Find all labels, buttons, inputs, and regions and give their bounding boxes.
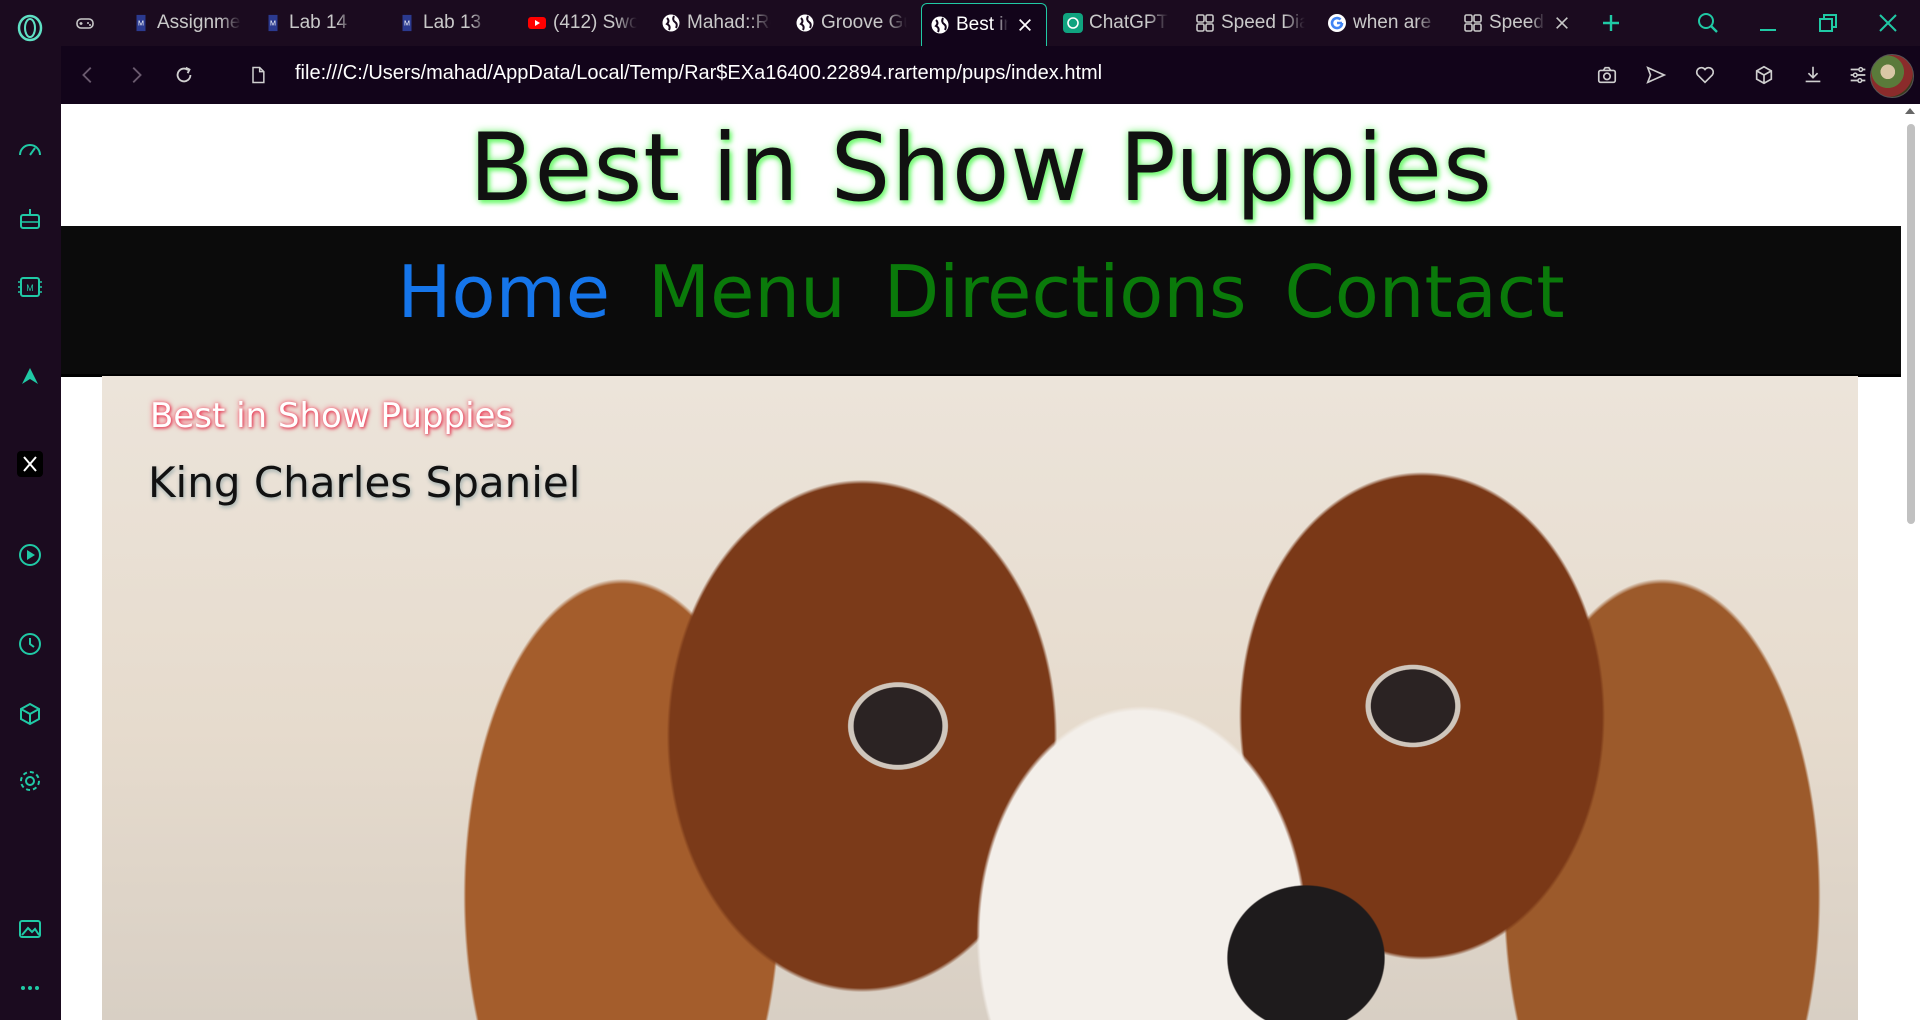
scroll-up-arrow-icon[interactable] bbox=[1905, 108, 1915, 114]
tab-title: Groove Gu bbox=[821, 12, 907, 33]
close-icon[interactable] bbox=[1553, 14, 1571, 32]
globe-icon bbox=[930, 15, 950, 35]
file-page-icon bbox=[241, 58, 275, 92]
tab-title: Lab 14 Ins bbox=[289, 12, 353, 33]
globe-icon bbox=[795, 13, 815, 33]
back-arrow-icon[interactable] bbox=[71, 58, 105, 92]
forward-arrow-icon[interactable] bbox=[119, 58, 153, 92]
tab-title: Speed Dia bbox=[1221, 12, 1305, 33]
nav-link-menu[interactable]: Menu bbox=[648, 250, 846, 334]
chatgpt-icon bbox=[1063, 13, 1083, 33]
close-icon[interactable] bbox=[1016, 16, 1034, 34]
google-icon bbox=[1327, 13, 1347, 33]
ai-bot-icon[interactable] bbox=[12, 201, 48, 237]
history-clock-icon[interactable] bbox=[12, 626, 48, 662]
tab-groove[interactable]: Groove Gu bbox=[795, 4, 907, 42]
extensions-cube-icon[interactable] bbox=[12, 696, 48, 732]
nav-link-directions[interactable]: Directions bbox=[884, 250, 1247, 334]
gamepad-icon bbox=[75, 13, 95, 33]
hero-subheading: King Charles Spaniel bbox=[148, 458, 581, 507]
tab-speed[interactable]: Speed bbox=[1463, 4, 1583, 42]
minimize-icon[interactable] bbox=[1751, 6, 1785, 40]
university-icon: M bbox=[131, 13, 151, 33]
university-icon: M bbox=[397, 13, 417, 33]
tab-title: Best in bbox=[956, 14, 1008, 35]
send-arrow-icon[interactable] bbox=[1639, 58, 1673, 92]
hero-heading: Best in Show Puppies bbox=[150, 396, 514, 436]
gmail-chip-icon[interactable]: M bbox=[12, 269, 48, 305]
youtube-icon bbox=[527, 13, 547, 33]
svg-text:M: M bbox=[404, 19, 410, 28]
x-twitter-icon[interactable] bbox=[12, 446, 48, 482]
tab-google-search[interactable]: when are t bbox=[1327, 4, 1437, 42]
page-title: Best in Show Puppies bbox=[469, 113, 1493, 223]
tab-speed-dial[interactable]: Speed Dia bbox=[1195, 4, 1305, 42]
tab-title: Assignmen bbox=[157, 12, 241, 33]
grid-icon bbox=[1463, 13, 1483, 33]
extensions-cube-icon[interactable] bbox=[1747, 58, 1781, 92]
tab-title: when are t bbox=[1353, 12, 1437, 33]
svg-text:M: M bbox=[138, 19, 144, 28]
scrollbar-thumb[interactable] bbox=[1907, 124, 1915, 524]
tab-lab-14[interactable]: M Lab 14 Ins bbox=[263, 4, 353, 42]
tab-lab-13[interactable]: M Lab 13 Ins bbox=[397, 4, 487, 42]
tab-title: ChatGPT bbox=[1089, 12, 1169, 33]
close-window-icon[interactable] bbox=[1871, 6, 1905, 40]
image-gallery-icon[interactable] bbox=[12, 911, 48, 947]
address-toolbar: file:///C:/Users/mahad/AppData/Local/Tem… bbox=[61, 46, 1920, 104]
nav-link-contact[interactable]: Contact bbox=[1284, 250, 1564, 334]
page-viewport: Best in Show Puppies Home Menu Direction… bbox=[61, 104, 1901, 1020]
globe-icon bbox=[661, 13, 681, 33]
speedometer-icon[interactable] bbox=[12, 133, 48, 169]
hero-puppy-image: Best in Show Puppies King Charles Spanie… bbox=[102, 376, 1858, 1020]
tab-title: (412) Swol bbox=[553, 12, 637, 33]
reload-icon[interactable] bbox=[167, 58, 201, 92]
page-scrollbar[interactable] bbox=[1901, 104, 1920, 1020]
site-header: Best in Show Puppies bbox=[61, 104, 1901, 226]
player-icon[interactable] bbox=[12, 537, 48, 573]
nav-link-home[interactable]: Home bbox=[397, 250, 610, 334]
url-field[interactable]: file:///C:/Users/mahad/AppData/Local/Tem… bbox=[295, 62, 1102, 85]
tab-assignment[interactable]: M Assignmen bbox=[131, 4, 241, 42]
settings-gear-icon[interactable] bbox=[12, 763, 48, 799]
gaming-tab-icon-button[interactable] bbox=[75, 4, 109, 42]
tab-best-in-show-active[interactable]: Best in bbox=[921, 3, 1047, 46]
aria-icon[interactable] bbox=[12, 358, 48, 394]
camera-snapshot-icon[interactable] bbox=[1590, 58, 1624, 92]
svg-text:M: M bbox=[26, 283, 34, 293]
heart-bookmark-icon[interactable] bbox=[1688, 58, 1722, 92]
svg-text:M: M bbox=[270, 19, 276, 28]
more-options-icon[interactable] bbox=[12, 970, 48, 1006]
tab-title: Speed bbox=[1489, 12, 1544, 33]
download-icon[interactable] bbox=[1796, 58, 1830, 92]
tab-mahad[interactable]: Mahad::Re bbox=[661, 4, 771, 42]
restore-window-icon[interactable] bbox=[1811, 6, 1845, 40]
tab-title: Mahad::Re bbox=[687, 12, 771, 33]
tab-chatgpt[interactable]: ChatGPT bbox=[1063, 4, 1173, 42]
grid-icon bbox=[1195, 13, 1215, 33]
tab-title: Lab 13 Ins bbox=[423, 12, 487, 33]
university-icon: M bbox=[263, 13, 283, 33]
new-tab-plus-icon[interactable] bbox=[1594, 6, 1628, 40]
opera-logo-icon[interactable] bbox=[12, 10, 48, 46]
tab-strip: M Assignmen M Lab 14 Ins M Lab 13 Ins (4… bbox=[61, 0, 1920, 46]
avatar[interactable] bbox=[1870, 54, 1914, 98]
tab-youtube[interactable]: (412) Swol bbox=[527, 4, 637, 42]
site-navigation: Home Menu Directions Contact bbox=[61, 226, 1901, 377]
browser-sidebar: M bbox=[0, 0, 62, 1020]
search-tabs-icon[interactable] bbox=[1691, 6, 1725, 40]
